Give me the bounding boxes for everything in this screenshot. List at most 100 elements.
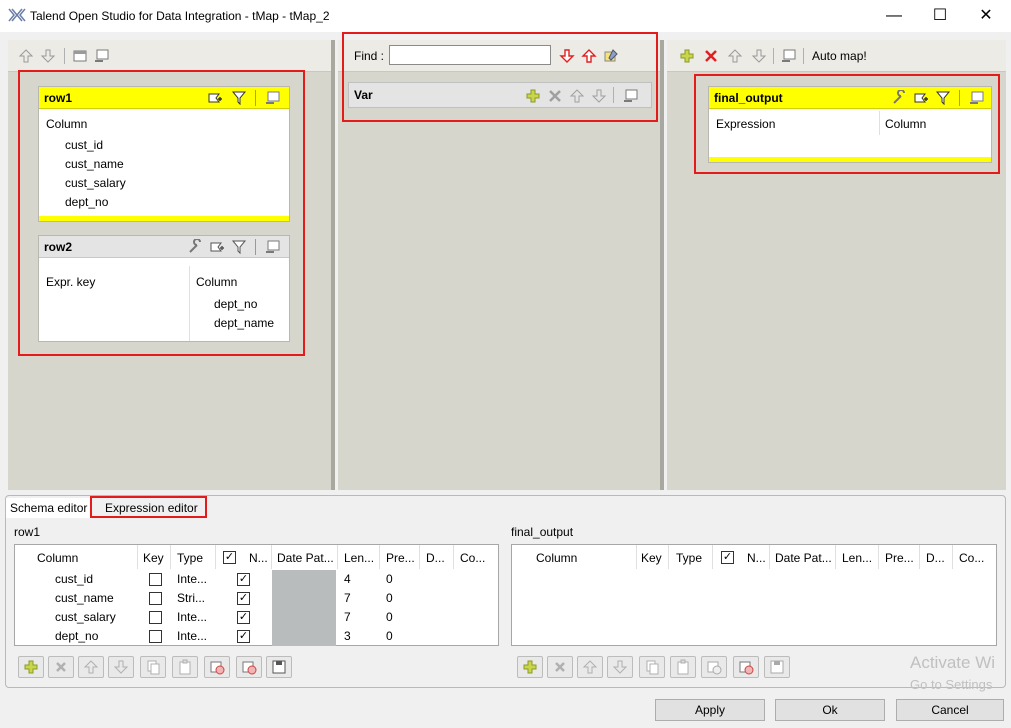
add-output-icon[interactable] bbox=[679, 48, 695, 64]
header-divider bbox=[712, 545, 713, 569]
header-divider bbox=[337, 545, 338, 569]
remove-icon bbox=[555, 662, 565, 672]
remove-column-button[interactable] bbox=[48, 656, 74, 678]
date-pattern-cell[interactable] bbox=[272, 589, 336, 608]
date-pattern-cell[interactable] bbox=[272, 570, 336, 589]
save-schema-button[interactable] bbox=[266, 656, 292, 678]
output-down-icon[interactable] bbox=[751, 48, 767, 64]
tab-schema-editor-label: Schema editor bbox=[10, 501, 88, 515]
header-comment: Co... bbox=[959, 551, 985, 565]
row-length: 7 bbox=[344, 610, 351, 624]
move-column-up-button[interactable] bbox=[577, 656, 603, 678]
header-type: Type bbox=[177, 551, 204, 565]
header-column: Column bbox=[37, 551, 79, 565]
row-precision: 0 bbox=[386, 610, 393, 624]
nullable-checkbox[interactable]: ✓ bbox=[237, 630, 250, 643]
paste-column-button[interactable] bbox=[172, 656, 198, 678]
nullable-header-checkbox[interactable]: ✓ bbox=[223, 551, 236, 564]
row-length: 7 bbox=[344, 591, 351, 605]
tab-expression-editor-label: Expression editor bbox=[105, 501, 198, 515]
add-icon bbox=[24, 660, 38, 674]
header-divider bbox=[769, 545, 770, 569]
schema-table-row1: Column Key Type ✓ N... Date Pat... Len..… bbox=[14, 544, 499, 646]
title-bar: Talend Open Studio for Data Integration … bbox=[0, 0, 1011, 32]
input-toolbar bbox=[8, 40, 331, 72]
key-checkbox[interactable] bbox=[149, 592, 162, 605]
minimize-outputs-icon[interactable] bbox=[781, 48, 797, 64]
paste-column-button[interactable] bbox=[670, 656, 696, 678]
close-window-button[interactable]: ✕ bbox=[963, 0, 1009, 32]
date-pattern-cell[interactable] bbox=[272, 627, 336, 646]
key-checkbox[interactable] bbox=[149, 630, 162, 643]
save-schema-button[interactable] bbox=[764, 656, 790, 678]
schema-left-title: row1 bbox=[14, 525, 41, 539]
move-column-down-button[interactable] bbox=[607, 656, 633, 678]
export-schema-button[interactable] bbox=[236, 656, 262, 678]
remove-output-icon[interactable] bbox=[703, 48, 719, 64]
copy-column-button[interactable] bbox=[639, 656, 665, 678]
toolbar-divider bbox=[773, 48, 774, 64]
table-row[interactable]: cust_name Stri... ✓ 7 0 bbox=[15, 589, 498, 608]
table-row[interactable]: cust_id Inte... ✓ 4 0 bbox=[15, 570, 498, 589]
output-up-icon[interactable] bbox=[727, 48, 743, 64]
table-row[interactable]: cust_salary Inte... ✓ 7 0 bbox=[15, 608, 498, 627]
header-divider bbox=[419, 545, 420, 569]
paste-icon bbox=[179, 659, 191, 675]
window-title: Talend Open Studio for Data Integration … bbox=[30, 9, 330, 23]
save-icon bbox=[770, 660, 784, 674]
header-length: Len... bbox=[842, 551, 873, 565]
nullable-checkbox[interactable]: ✓ bbox=[237, 611, 250, 624]
nullable-header-checkbox[interactable]: ✓ bbox=[721, 551, 734, 564]
nullable-checkbox[interactable]: ✓ bbox=[237, 592, 250, 605]
tab-schema-editor[interactable]: Schema editor bbox=[6, 498, 90, 518]
toolbar-divider bbox=[64, 48, 65, 64]
minimize-tables-icon[interactable] bbox=[94, 48, 110, 64]
pane-splitter[interactable] bbox=[331, 40, 335, 490]
remove-icon bbox=[56, 662, 66, 672]
auto-map-button[interactable]: Auto map! bbox=[812, 49, 867, 63]
add-column-button[interactable] bbox=[517, 656, 543, 678]
move-column-down-button[interactable] bbox=[108, 656, 134, 678]
copy-icon bbox=[646, 660, 659, 675]
row-precision: 0 bbox=[386, 572, 393, 586]
move-column-up-button[interactable] bbox=[78, 656, 104, 678]
header-length: Len... bbox=[344, 551, 375, 565]
tab-expression-editor[interactable]: Expression editor bbox=[90, 496, 207, 518]
arrow-down-icon bbox=[113, 660, 129, 674]
row-type: Inte... bbox=[177, 610, 208, 624]
save-icon bbox=[272, 660, 286, 674]
header-default: D... bbox=[426, 551, 445, 565]
copy-column-button[interactable] bbox=[140, 656, 166, 678]
header-divider bbox=[835, 545, 836, 569]
talend-app-icon bbox=[8, 8, 26, 22]
move-down-icon[interactable] bbox=[40, 48, 56, 64]
minimize-button[interactable]: — bbox=[871, 0, 917, 32]
date-pattern-cell[interactable] bbox=[272, 608, 336, 627]
copy-icon bbox=[147, 660, 160, 675]
export-schema-button[interactable] bbox=[733, 656, 759, 678]
maximize-button[interactable]: ☐ bbox=[917, 0, 963, 32]
ok-button[interactable]: Ok bbox=[775, 699, 885, 721]
header-precision: Pre... bbox=[386, 551, 415, 565]
import-schema-button[interactable] bbox=[204, 656, 230, 678]
key-checkbox[interactable] bbox=[149, 573, 162, 586]
arrow-down-icon bbox=[612, 660, 628, 674]
header-column: Column bbox=[536, 551, 578, 565]
cancel-button[interactable]: Cancel bbox=[896, 699, 1004, 721]
remove-column-button[interactable] bbox=[547, 656, 573, 678]
arrow-up-icon bbox=[83, 660, 99, 674]
row-column-name: cust_name bbox=[55, 591, 114, 605]
pane-splitter[interactable] bbox=[660, 40, 664, 490]
row-type: Inte... bbox=[177, 572, 208, 586]
add-column-button[interactable] bbox=[18, 656, 44, 678]
move-up-icon[interactable] bbox=[18, 48, 34, 64]
header-default: D... bbox=[926, 551, 945, 565]
nullable-checkbox[interactable]: ✓ bbox=[237, 573, 250, 586]
import-schema-button[interactable] bbox=[701, 656, 727, 678]
export-icon bbox=[242, 661, 257, 675]
window-icon[interactable] bbox=[72, 48, 88, 64]
header-precision: Pre... bbox=[885, 551, 914, 565]
key-checkbox[interactable] bbox=[149, 611, 162, 624]
table-row[interactable]: dept_no Inte... ✓ 3 0 bbox=[15, 627, 498, 646]
apply-button[interactable]: Apply bbox=[655, 699, 765, 721]
